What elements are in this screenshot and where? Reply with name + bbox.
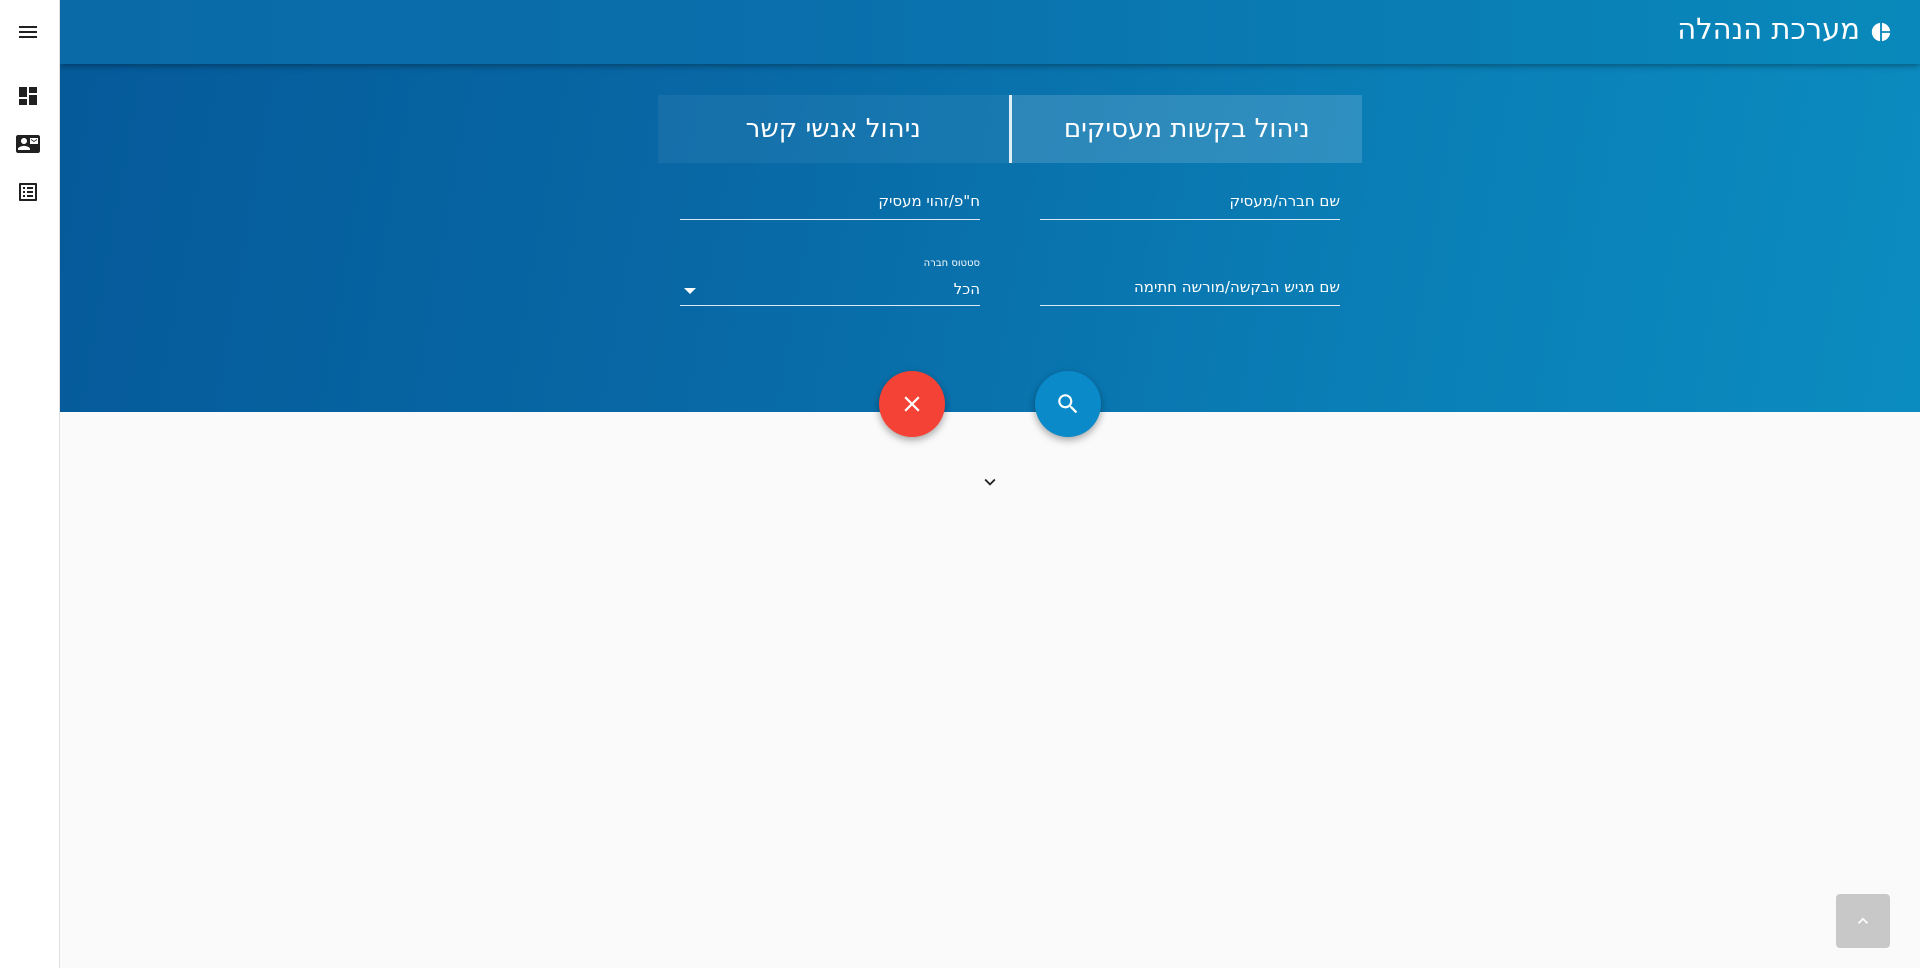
search-icon bbox=[1058, 394, 1078, 414]
pie-chart-icon bbox=[1870, 21, 1892, 43]
company-id-field bbox=[680, 186, 980, 220]
tab-contacts[interactable]: ניהול אנשי קשר bbox=[658, 95, 1009, 163]
applicant-name-field bbox=[1040, 272, 1340, 306]
chevron-up-icon bbox=[1858, 917, 1868, 924]
top-app-bar: מערכת הנהלה bbox=[60, 0, 1920, 64]
contact-mail-icon[interactable] bbox=[12, 128, 44, 160]
hamburger-menu-icon[interactable] bbox=[12, 16, 44, 48]
app-title: מערכת הנהלה bbox=[1677, 12, 1860, 46]
dropdown-arrow-icon bbox=[684, 288, 696, 294]
company-status-label: סטטוס חברה bbox=[923, 258, 980, 269]
chevron-down-icon bbox=[984, 478, 996, 486]
side-navigation bbox=[0, 0, 60, 968]
search-button[interactable] bbox=[1035, 371, 1101, 437]
company-status-select[interactable]: סטטוס חברה הכל bbox=[680, 258, 980, 306]
clear-button[interactable] bbox=[879, 371, 945, 437]
tab-bar: ניהול אנשי קשר ניהול בקשות מעסיקים bbox=[658, 95, 1362, 163]
close-icon bbox=[904, 396, 920, 412]
company-name-field bbox=[1040, 186, 1340, 220]
dashboard-icon[interactable] bbox=[12, 80, 44, 112]
checklist-icon[interactable] bbox=[12, 176, 44, 208]
company-id-input[interactable] bbox=[680, 186, 980, 219]
expand-button[interactable] bbox=[978, 470, 1002, 494]
tab-employer-requests[interactable]: ניהול בקשות מעסיקים bbox=[1008, 95, 1362, 163]
company-status-value: הכל bbox=[953, 280, 980, 298]
applicant-name-input[interactable] bbox=[1040, 272, 1340, 305]
company-name-input[interactable] bbox=[1040, 186, 1340, 219]
scroll-to-top-button[interactable] bbox=[1836, 894, 1890, 948]
